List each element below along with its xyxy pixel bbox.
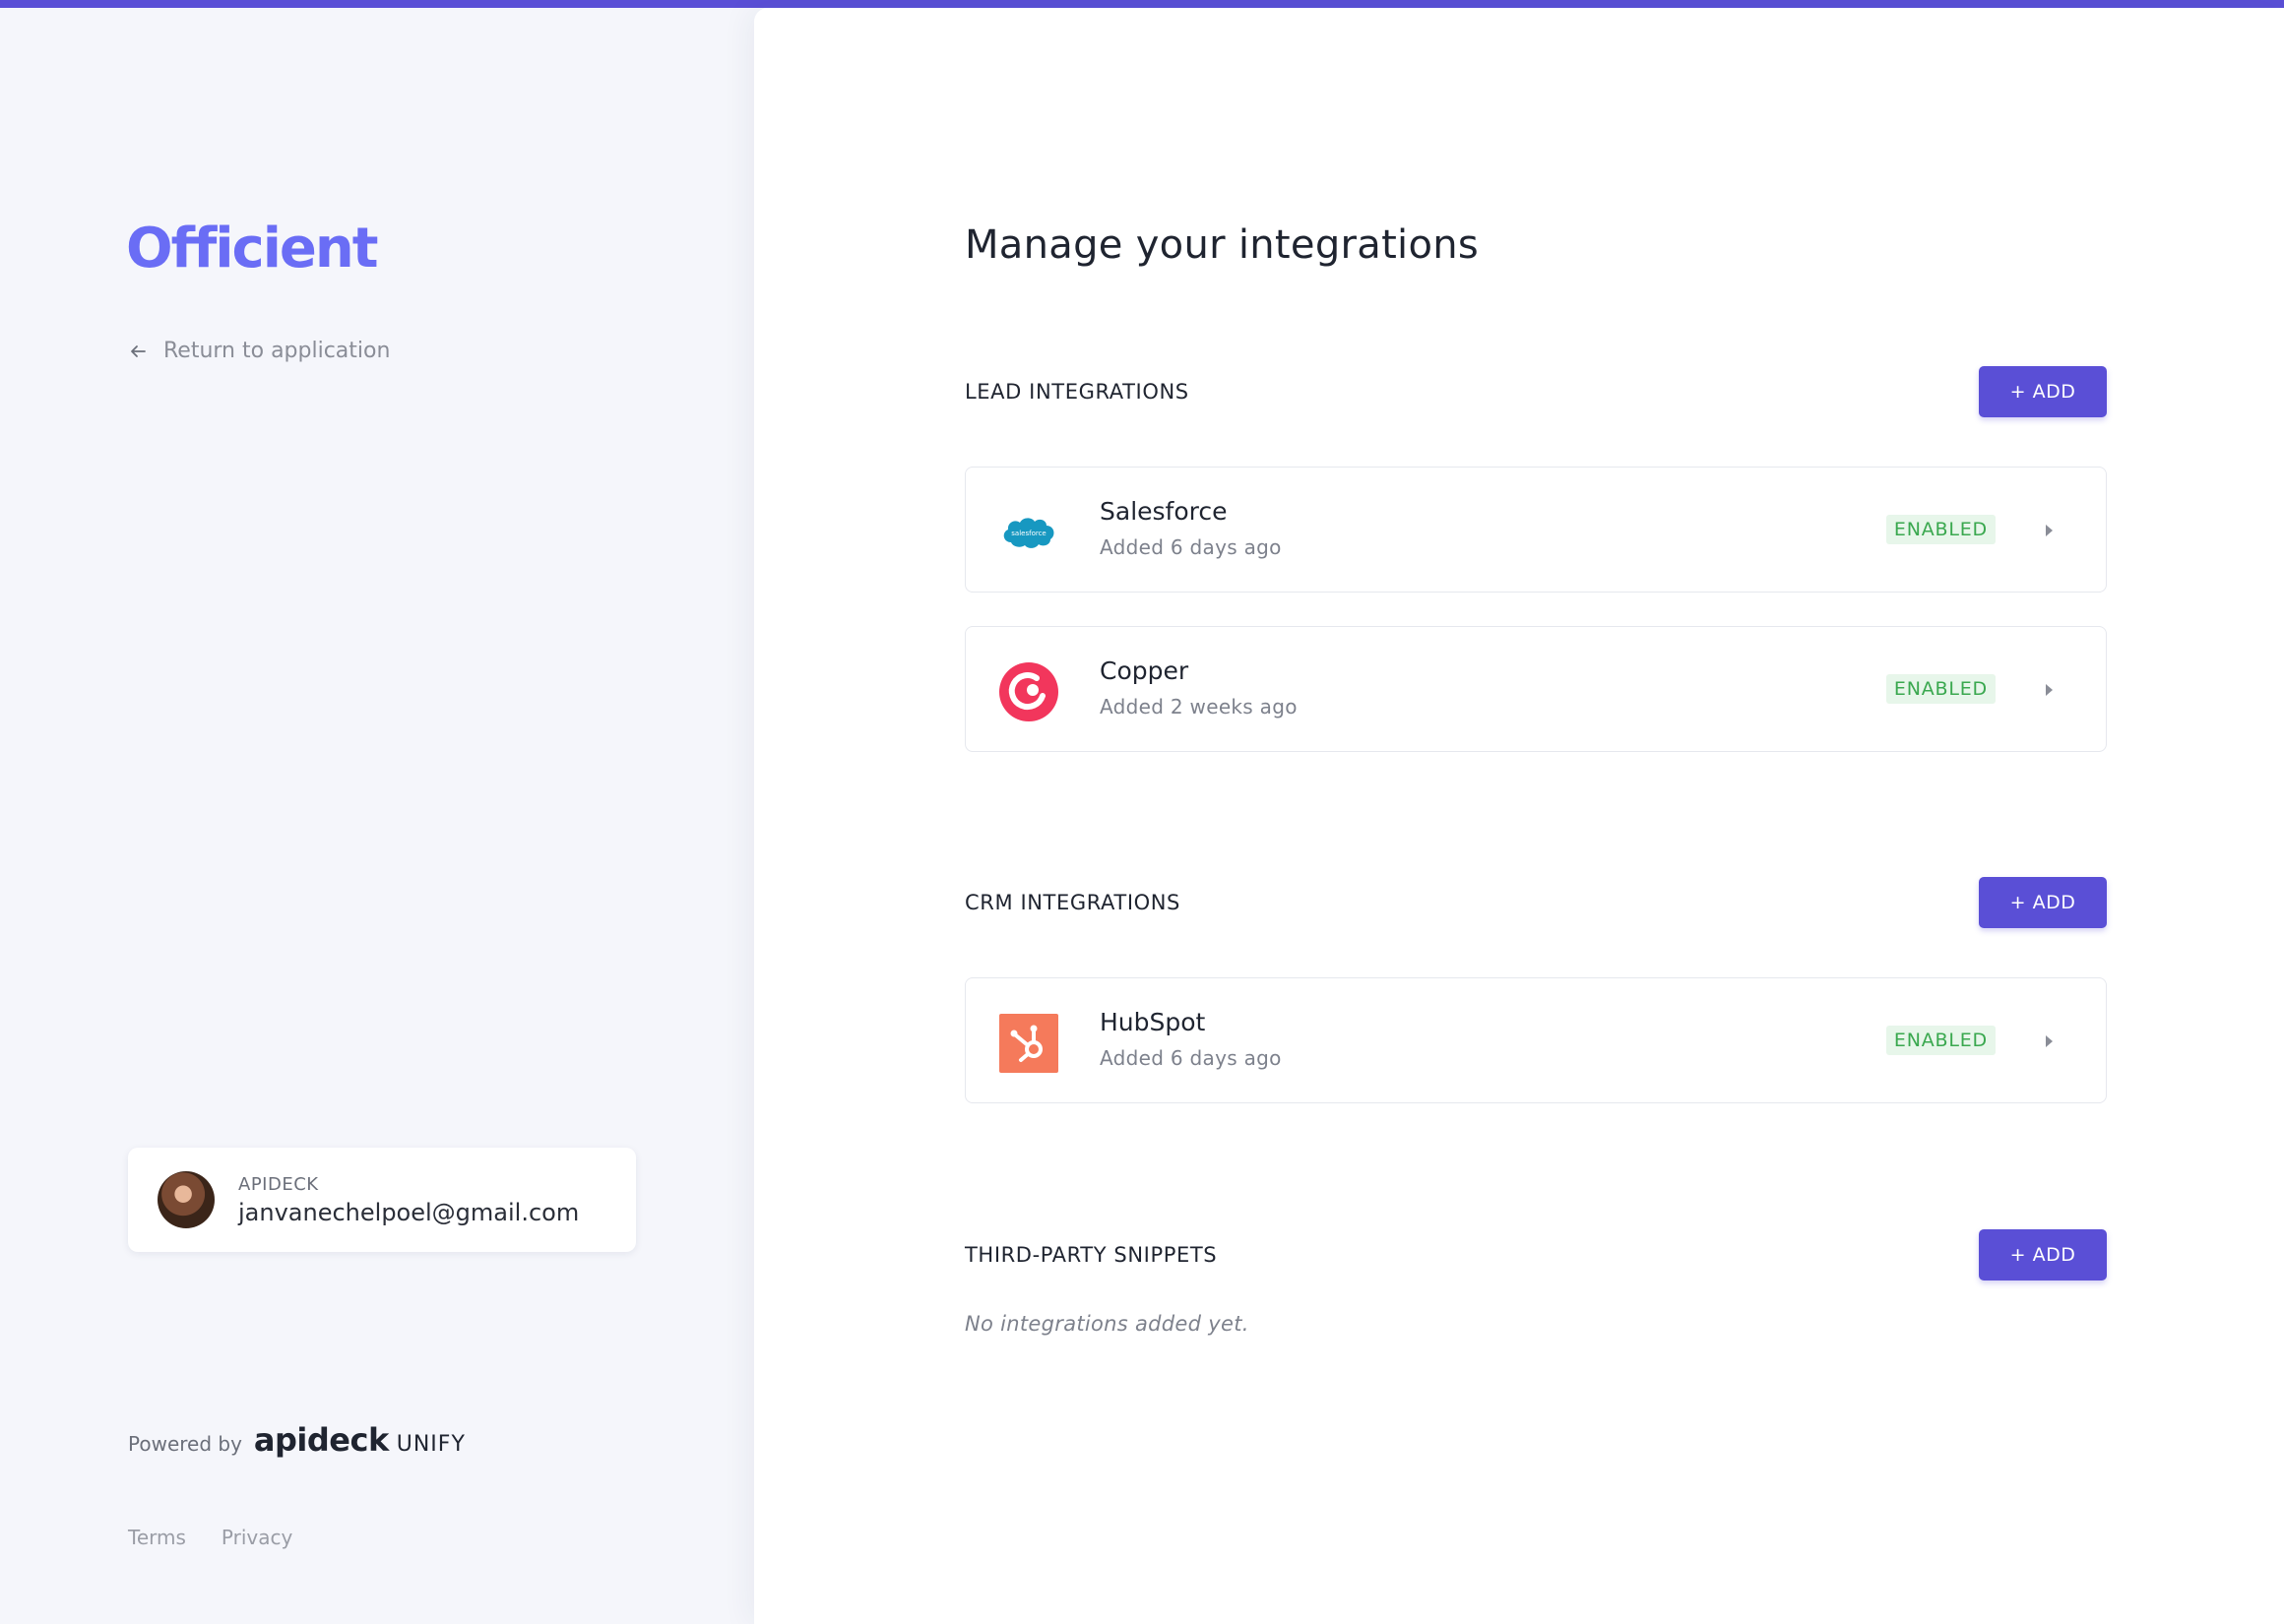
empty-state-text: No integrations added yet. bbox=[965, 1312, 1249, 1336]
chevron-right-icon[interactable] bbox=[2039, 678, 2059, 702]
account-email: janvanechelpoel@gmail.com bbox=[238, 1198, 580, 1226]
return-to-application-link[interactable]: Return to application bbox=[128, 339, 390, 363]
integration-added-date: Added 6 days ago bbox=[1100, 535, 1282, 559]
svg-text:salesforce: salesforce bbox=[1011, 530, 1046, 537]
add-crm-integration-button[interactable]: + ADD bbox=[1979, 877, 2107, 928]
integration-row-copper[interactable]: Copper Added 2 weeks ago ENABLED bbox=[965, 626, 2107, 752]
salesforce-icon: salesforce bbox=[1003, 518, 1054, 548]
add-lead-integration-button[interactable]: + ADD bbox=[1979, 366, 2107, 417]
footer-links: Terms Privacy bbox=[128, 1526, 292, 1549]
status-badge: ENABLED bbox=[1885, 674, 1996, 704]
integration-added-date: Added 6 days ago bbox=[1100, 1046, 1282, 1070]
copper-icon bbox=[999, 662, 1058, 721]
account-org: APIDECK bbox=[238, 1173, 319, 1195]
avatar bbox=[158, 1171, 215, 1228]
lead-integrations-section: LEAD INTEGRATIONS + ADD salesforce Sales… bbox=[965, 366, 2107, 752]
status-badge: ENABLED bbox=[1885, 1026, 1996, 1055]
section-title: LEAD INTEGRATIONS bbox=[965, 380, 1189, 404]
integration-name: Copper bbox=[1100, 656, 1189, 685]
chevron-right-icon[interactable] bbox=[2039, 1030, 2059, 1053]
powered-by[interactable]: Powered by apideck UNIFY bbox=[128, 1421, 466, 1459]
section-title: CRM INTEGRATIONS bbox=[965, 891, 1180, 914]
app-logo: Officient bbox=[126, 217, 379, 281]
account-card[interactable]: APIDECK janvanechelpoel@gmail.com bbox=[128, 1148, 636, 1252]
unify-label: UNIFY bbox=[396, 1432, 466, 1457]
integration-name: Salesforce bbox=[1100, 497, 1228, 526]
arrow-left-icon bbox=[131, 344, 146, 357]
integration-row-salesforce[interactable]: salesforce Salesforce Added 6 days ago E… bbox=[965, 467, 2107, 593]
integration-added-date: Added 2 weeks ago bbox=[1100, 695, 1298, 718]
chevron-right-icon[interactable] bbox=[2039, 519, 2059, 542]
privacy-link[interactable]: Privacy bbox=[222, 1526, 292, 1549]
crm-integrations-section: CRM INTEGRATIONS + ADD HubSpot Added 6 d… bbox=[965, 877, 2107, 1103]
page-title: Manage your integrations bbox=[965, 222, 1480, 268]
integration-name: HubSpot bbox=[1100, 1008, 1206, 1036]
add-snippet-button[interactable]: + ADD bbox=[1979, 1229, 2107, 1280]
third-party-snippets-section: THIRD-PARTY SNIPPETS + ADD No integratio… bbox=[965, 1229, 2107, 1336]
top-accent-bar bbox=[0, 0, 2284, 8]
return-link-label: Return to application bbox=[163, 339, 391, 363]
sidebar: Officient Return to application APIDECK … bbox=[0, 8, 754, 1624]
status-badge: ENABLED bbox=[1885, 515, 1996, 544]
apideck-logo: apideck bbox=[253, 1421, 389, 1459]
main-panel: Manage your integrations LEAD INTEGRATIO… bbox=[754, 8, 2284, 1624]
section-title: THIRD-PARTY SNIPPETS bbox=[965, 1243, 1218, 1267]
hubspot-icon bbox=[999, 1014, 1058, 1073]
terms-link[interactable]: Terms bbox=[128, 1526, 186, 1549]
integration-row-hubspot[interactable]: HubSpot Added 6 days ago ENABLED bbox=[965, 977, 2107, 1103]
powered-by-label: Powered by bbox=[128, 1432, 242, 1456]
